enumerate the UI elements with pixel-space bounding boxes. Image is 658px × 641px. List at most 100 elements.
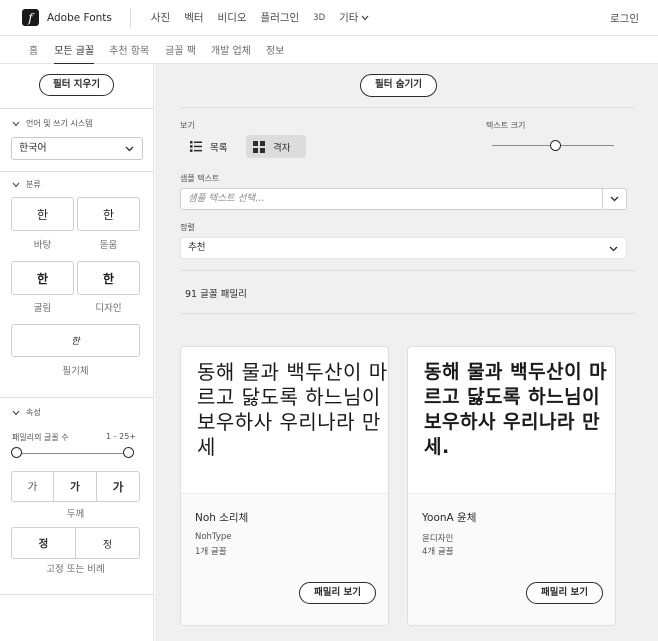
class-gulim-label: 굴림 bbox=[33, 303, 52, 314]
classification-section-toggle[interactable]: 분류 bbox=[12, 179, 41, 190]
family-count-range: 1 - 25+ bbox=[106, 432, 136, 441]
class-handwritten-option[interactable]: 한 bbox=[11, 324, 140, 357]
divider bbox=[180, 107, 635, 108]
font-foundry[interactable]: NohType bbox=[195, 532, 231, 542]
language-section-toggle[interactable]: 언어 및 쓰기 시스템 bbox=[12, 118, 93, 129]
sub-nav: 홈 모든 글꼴 추천 항목 글꼴 팩 개발 업체 정보 bbox=[0, 36, 658, 65]
login-link[interactable]: 로그인 bbox=[610, 11, 639, 26]
properties-section-toggle[interactable]: 속성 bbox=[12, 407, 41, 418]
adobe-fonts-logo-icon[interactable]: f bbox=[22, 9, 39, 26]
weight-bold-option[interactable]: 가 bbox=[96, 471, 140, 502]
subnav-recommended[interactable]: 추천 항목 bbox=[109, 36, 149, 64]
divider bbox=[0, 594, 154, 595]
nav-3d[interactable]: 3D bbox=[313, 13, 325, 23]
view-label: 보기 bbox=[180, 121, 195, 130]
class-sans-option[interactable]: 한 bbox=[77, 197, 140, 231]
view-grid-label: 격자 bbox=[273, 142, 291, 154]
width-label: 고정 또는 비례 bbox=[46, 564, 105, 575]
class-handwritten-label: 필기체 bbox=[62, 366, 89, 377]
subnav-font-packs[interactable]: 글꼴 팩 bbox=[165, 36, 196, 64]
divider bbox=[0, 108, 154, 109]
top-nav: 사진 벡터 비디오 플러그인 3D 기타 bbox=[137, 10, 370, 25]
nav-video[interactable]: 비디오 bbox=[218, 10, 247, 25]
class-display-label: 디자인 bbox=[95, 303, 122, 314]
family-count-result: 91 글꼴 패밀리 bbox=[185, 289, 247, 300]
font-preview-text: 동해 물과 백두산이 마르고 닳도록 하느님이 보우하사 우리나라 만세. bbox=[424, 361, 608, 458]
nav-vectors[interactable]: 벡터 bbox=[184, 10, 203, 25]
family-count-slider-track[interactable] bbox=[17, 453, 129, 454]
width-proportional-option[interactable]: 정 bbox=[75, 527, 140, 559]
language-section-title: 언어 및 쓰기 시스템 bbox=[26, 119, 93, 128]
family-count-label: 패밀리의 글꼴 수 bbox=[12, 433, 69, 442]
weight-light-option[interactable]: 가 bbox=[11, 471, 54, 502]
divider bbox=[0, 397, 154, 398]
hide-filters-button[interactable]: 필터 숨기기 bbox=[360, 74, 437, 97]
classification-section-title: 분류 bbox=[26, 180, 41, 189]
chevron-down-icon bbox=[125, 138, 134, 161]
font-card-info: Noh 소리체 NohType 1개 글꼴 패밀리 보기 bbox=[181, 493, 388, 625]
view-family-button[interactable]: 패밀리 보기 bbox=[526, 582, 603, 604]
width-monospace-option[interactable]: 정 bbox=[11, 527, 76, 559]
font-count: 4개 글꼴 bbox=[422, 547, 454, 557]
class-serif-label: 바탕 bbox=[33, 240, 52, 251]
font-card[interactable]: 동해 물과 백두산이 마르고 닳도록 하느님이 보우하사 우리나라 만세 Noh… bbox=[180, 346, 389, 626]
class-serif-option[interactable]: 한 bbox=[11, 197, 74, 231]
font-preview-text: 동해 물과 백두산이 마르고 닳도록 하느님이 보우하사 우리나라 만세 bbox=[197, 360, 388, 459]
chevron-down-icon bbox=[609, 238, 618, 260]
font-family-name[interactable]: YoonA 윤체 bbox=[422, 510, 476, 525]
nav-more[interactable]: 기타 bbox=[339, 10, 369, 25]
nav-more-label: 기타 bbox=[339, 12, 359, 24]
main-content: 필터 숨기기 보기 목록 격자 텍스트 크기 샘플 텍스트 샘플 텍스트 선택…… bbox=[155, 64, 658, 641]
nav-plugins[interactable]: 플러그인 bbox=[261, 10, 300, 25]
divider bbox=[180, 313, 635, 314]
subnav-foundries[interactable]: 개발 업체 bbox=[211, 36, 251, 64]
view-list-option[interactable]: 목록 bbox=[183, 135, 235, 158]
weight-label: 두께 bbox=[66, 509, 85, 520]
subnav-about[interactable]: 정보 bbox=[266, 36, 284, 64]
brand-name[interactable]: Adobe Fonts bbox=[47, 12, 112, 24]
language-select[interactable]: 한국어 bbox=[11, 137, 143, 160]
divider bbox=[180, 270, 635, 271]
subnav-home[interactable]: 홈 bbox=[29, 36, 38, 64]
view-family-button[interactable]: 패밀리 보기 bbox=[299, 582, 376, 604]
sort-select[interactable]: 추천 bbox=[180, 237, 627, 259]
font-card-info: YoonA 윤체 윤디자인 4개 글꼴 패밀리 보기 bbox=[408, 493, 615, 625]
font-family-name[interactable]: Noh 소리체 bbox=[195, 510, 248, 525]
properties-section-title: 속성 bbox=[26, 408, 41, 417]
sample-text-dropdown-button[interactable] bbox=[602, 188, 627, 210]
font-foundry[interactable]: 윤디자인 bbox=[422, 532, 453, 544]
font-count: 1개 글꼴 bbox=[195, 547, 227, 557]
sample-text-label: 샘플 텍스트 bbox=[180, 174, 220, 183]
view-list-label: 목록 bbox=[210, 142, 228, 154]
font-card[interactable]: 동해 물과 백두산이 마르고 닳도록 하느님이 보우하사 우리나라 만세. Yo… bbox=[407, 346, 616, 626]
top-header: f Adobe Fonts 사진 벡터 비디오 플러그인 3D 기타 로그인 bbox=[0, 0, 658, 36]
list-view-icon bbox=[190, 141, 202, 152]
text-size-label: 텍스트 크기 bbox=[486, 121, 526, 130]
class-sans-label: 돋움 bbox=[99, 240, 118, 251]
sample-text-input[interactable]: 샘플 텍스트 선택… bbox=[180, 188, 627, 210]
chevron-down-icon bbox=[12, 182, 20, 187]
class-gulim-option[interactable]: 한 bbox=[11, 261, 74, 295]
sort-label: 정렬 bbox=[180, 223, 195, 232]
header-divider bbox=[129, 7, 131, 28]
divider bbox=[0, 171, 154, 172]
nav-photos[interactable]: 사진 bbox=[151, 10, 170, 25]
font-preview[interactable]: 동해 물과 백두산이 마르고 닳도록 하느님이 보우하사 우리나라 만세 bbox=[181, 347, 388, 493]
filter-sidebar: 필터 지우기 언어 및 쓰기 시스템 한국어 분류 한 한 바탕 돋움 한 한 … bbox=[0, 64, 154, 641]
family-count-min-handle[interactable] bbox=[11, 447, 22, 458]
family-count-row: 패밀리의 글꼴 수 1 - 25+ bbox=[12, 432, 136, 443]
language-select-value: 한국어 bbox=[19, 143, 47, 154]
chevron-down-icon bbox=[361, 15, 369, 20]
chevron-down-icon bbox=[610, 196, 619, 202]
sort-value: 추천 bbox=[188, 242, 206, 253]
weight-regular-option[interactable]: 가 bbox=[53, 471, 97, 502]
family-count-max-handle[interactable] bbox=[123, 447, 134, 458]
clear-filters-button[interactable]: 필터 지우기 bbox=[39, 74, 114, 96]
view-grid-option[interactable]: 격자 bbox=[246, 135, 306, 158]
chevron-down-icon bbox=[12, 410, 20, 415]
class-display-option[interactable]: 한 bbox=[77, 261, 140, 295]
font-preview[interactable]: 동해 물과 백두산이 마르고 닳도록 하느님이 보우하사 우리나라 만세. bbox=[408, 347, 615, 493]
grid-view-icon bbox=[253, 140, 265, 153]
subnav-all-fonts[interactable]: 모든 글꼴 bbox=[54, 36, 94, 65]
text-size-slider-handle[interactable] bbox=[550, 140, 561, 151]
